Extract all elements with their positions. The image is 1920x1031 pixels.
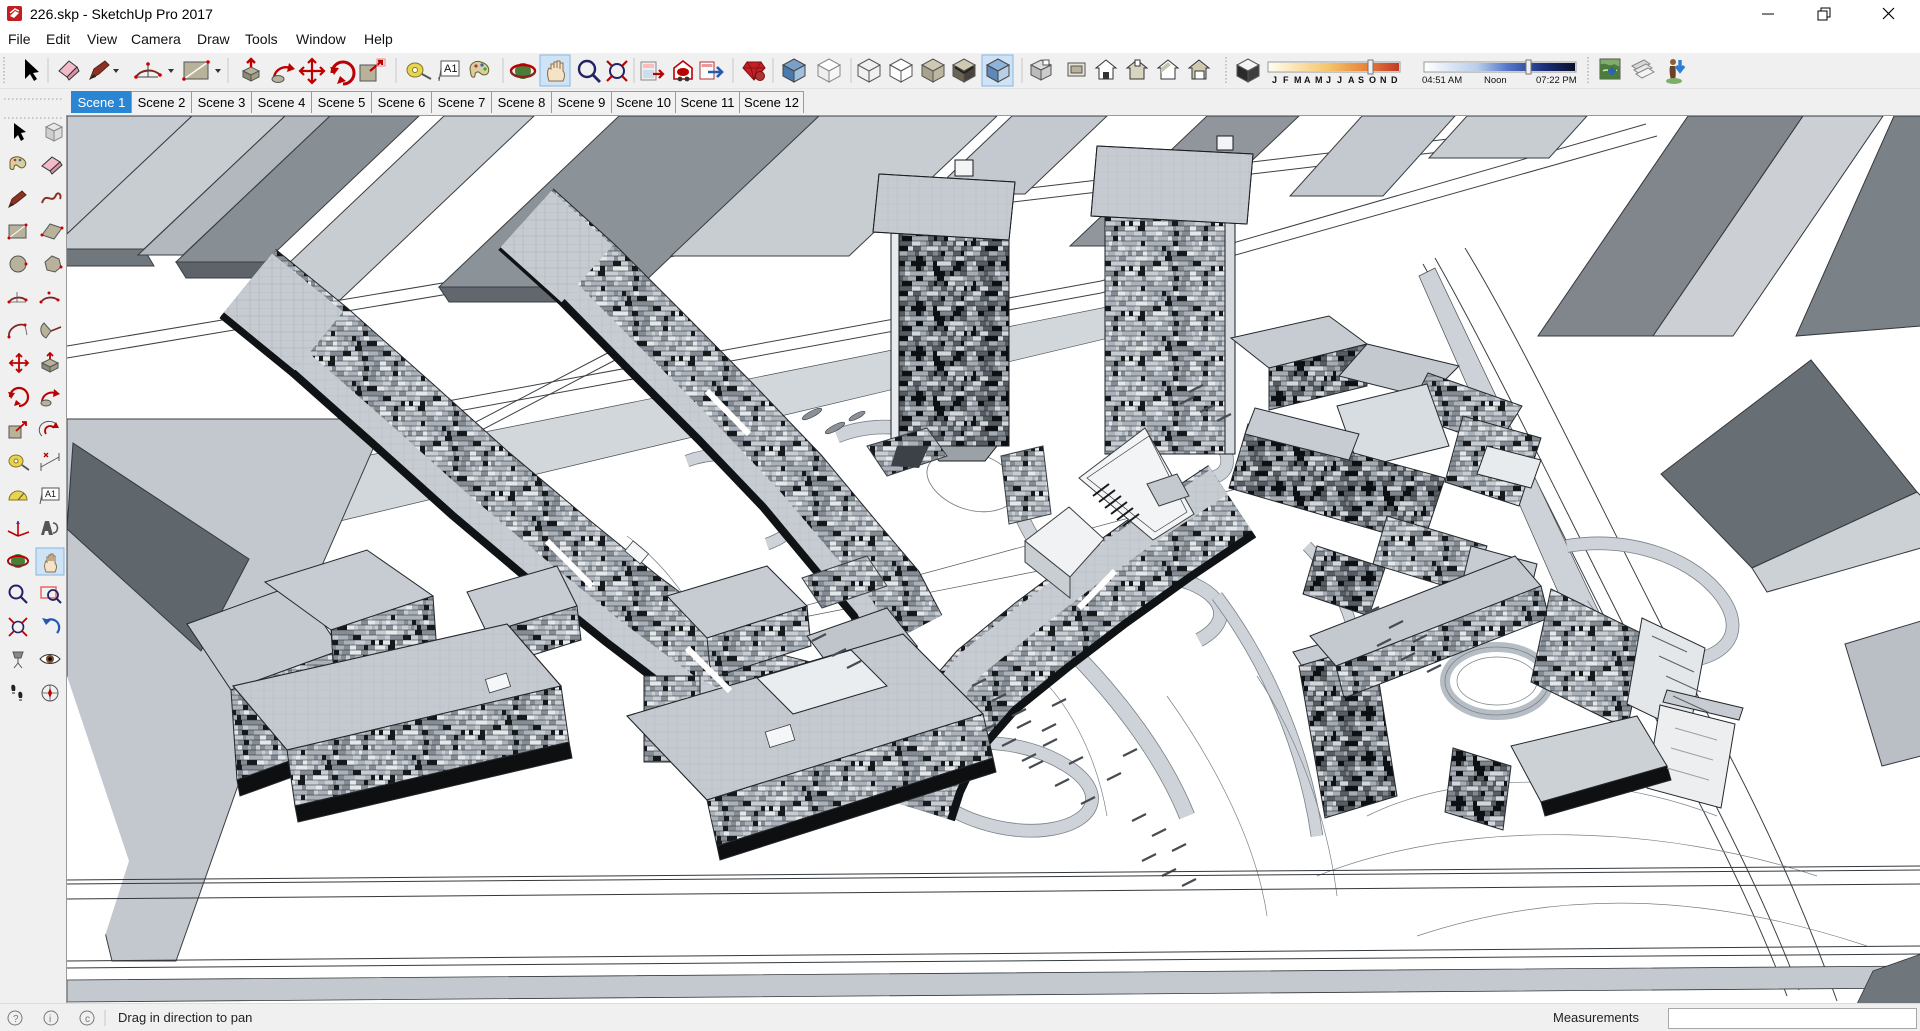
- svg-text:i: i: [49, 1014, 51, 1025]
- svg-text:F: F: [1283, 75, 1289, 85]
- svg-text:S: S: [1358, 75, 1364, 85]
- svg-text:O: O: [1369, 75, 1376, 85]
- svg-text:04:51 AM: 04:51 AM: [1422, 75, 1462, 86]
- svg-text:A1: A1: [444, 63, 457, 75]
- svg-text:07:22 PM: 07:22 PM: [1536, 75, 1577, 86]
- svg-text:M: M: [1315, 75, 1323, 85]
- svg-text:c: c: [85, 1014, 90, 1025]
- svg-text:J: J: [1326, 75, 1331, 85]
- svg-text:N: N: [1380, 75, 1387, 85]
- svg-text:A: A: [1348, 75, 1355, 85]
- svg-text:J: J: [1272, 75, 1277, 85]
- svg-text:Noon: Noon: [1484, 75, 1507, 86]
- svg-text:?: ?: [13, 1014, 19, 1025]
- svg-text:J: J: [1337, 75, 1342, 85]
- svg-text:A1: A1: [45, 489, 56, 499]
- svg-text:D: D: [1391, 75, 1398, 85]
- svg-text:M: M: [1294, 75, 1302, 85]
- svg-text:A: A: [1304, 75, 1311, 85]
